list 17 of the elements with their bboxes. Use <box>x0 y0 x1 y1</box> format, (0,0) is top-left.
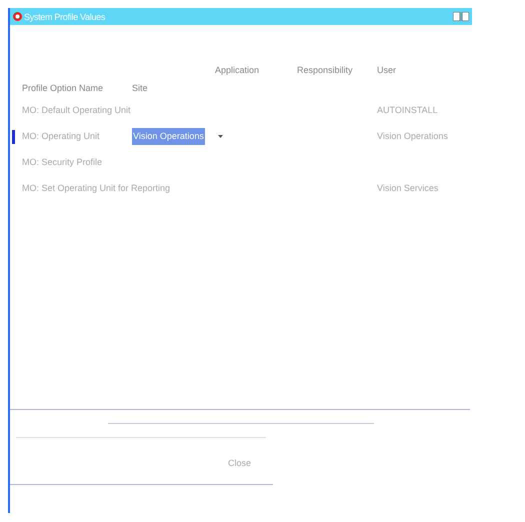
user-value[interactable]: Vision Operations <box>377 128 448 145</box>
app-icon <box>13 12 22 21</box>
window-controls-icon[interactable] <box>453 12 469 21</box>
window-title: System Profile Values <box>24 12 106 22</box>
column-header: User <box>377 65 398 75</box>
column-header: Site <box>132 83 149 93</box>
profile-name[interactable]: MO: Security Profile <box>22 154 102 171</box>
profile-name[interactable]: MO: Set Operating Unit for Reporting <box>22 180 170 197</box>
user-value[interactable]: AUTOINSTALL <box>377 102 438 119</box>
column-header: Responsibility <box>297 65 354 75</box>
profile-name[interactable]: MO: Default Operating Unit <box>22 102 131 119</box>
dropdown-icon[interactable] <box>218 135 223 138</box>
column-header: Profile Option Name <box>22 83 104 93</box>
profile-name[interactable]: MO: Operating Unit <box>22 128 100 145</box>
site-field[interactable]: Vision Operations <box>132 128 205 145</box>
column-header: Application <box>215 65 260 75</box>
user-value[interactable]: Vision Services <box>377 180 438 197</box>
